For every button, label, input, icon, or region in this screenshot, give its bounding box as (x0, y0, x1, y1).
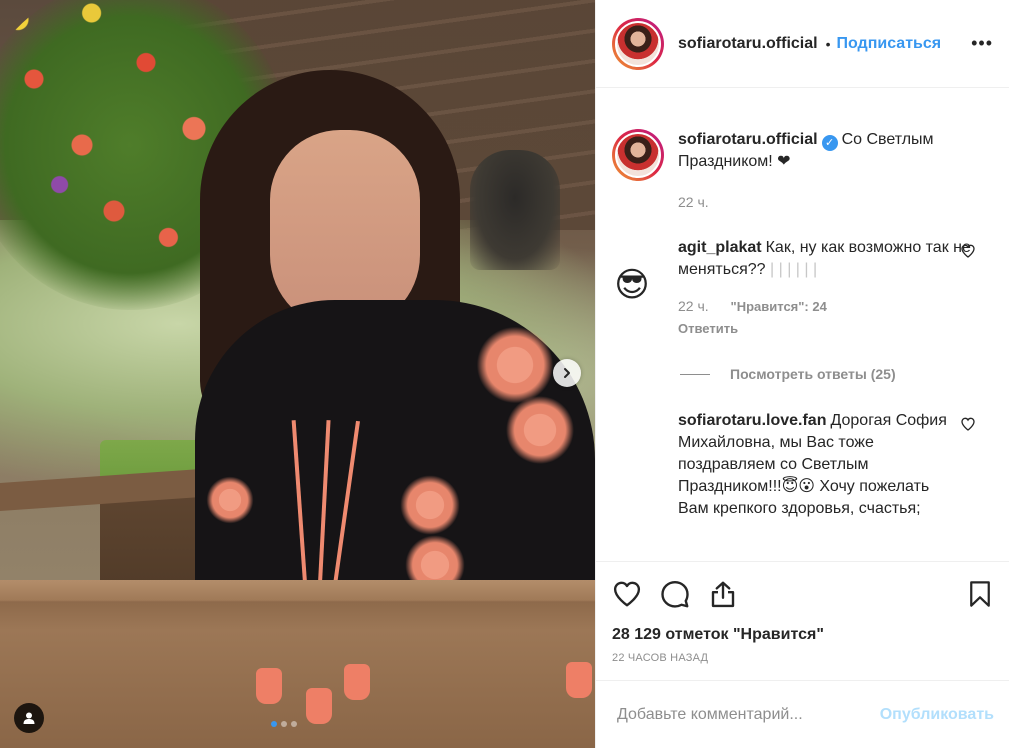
comment-item: 😎 agit_plakat Как, ну как возможно так не… (612, 237, 994, 340)
chevron-right-icon (564, 368, 570, 378)
photo-wooden-rail (0, 580, 595, 748)
caption: sofiarotaru.official ✓ Со Светлым Праздник… (612, 129, 994, 213)
caption-username[interactable]: sofiarotaru.official (678, 131, 818, 148)
share-icon[interactable] (708, 579, 738, 609)
add-comment-bar: Опубликовать (596, 680, 1009, 748)
avatar-image (615, 20, 661, 67)
post-actions: 28 129 отметок "Нравится" 22 ЧАСОВ НАЗАД (596, 561, 1009, 664)
carousel-next-button[interactable] (553, 359, 581, 387)
comment-body: sofiarotaru.love.fan Дорогая София Михайл… (678, 410, 958, 520)
author-avatar[interactable] (612, 17, 664, 70)
action-icons (612, 576, 994, 612)
publish-button[interactable]: Опубликовать (880, 706, 994, 724)
post-header: sofiarotaru.official • Подписаться ••• (596, 0, 1009, 88)
caption-time[interactable]: 22 ч. (678, 194, 709, 210)
dress-embroidery (205, 470, 255, 530)
heart-outline-icon[interactable] (612, 579, 642, 609)
comment-likes-count[interactable]: "Нравится": 24 (731, 299, 827, 314)
more-options-icon[interactable]: ••• (971, 33, 993, 54)
caption-meta: 22 ч. (678, 191, 978, 213)
carousel-dot (291, 721, 297, 727)
photo-lamp (470, 150, 560, 270)
comment-faded-text: | | | | | | (769, 261, 818, 278)
author-username[interactable]: sofiarotaru.official (678, 35, 818, 53)
header-separator: • (825, 35, 831, 52)
replies-line (680, 373, 710, 375)
dress-embroidery (500, 390, 580, 470)
dress-tassel (256, 668, 282, 704)
view-replies-button[interactable]: Посмотреть ответы (25) (680, 366, 994, 382)
comment-username[interactable]: sofiarotaru.love.fan (678, 412, 826, 429)
avatar-image (615, 132, 661, 178)
dress-tassel (566, 662, 592, 698)
post-timestamp[interactable]: 22 ЧАСОВ НАЗАД (612, 652, 994, 664)
comment-meta: 22 ч. "Нравится": 24 (678, 295, 978, 318)
view-replies-label: Посмотреть ответы (25) (730, 366, 896, 382)
bookmark-icon[interactable] (966, 579, 994, 609)
comment-avatar-spacer (612, 410, 652, 520)
caption-avatar[interactable] (612, 129, 664, 181)
comment-like-heart-icon[interactable] (960, 243, 976, 259)
comment-time[interactable]: 22 ч. (678, 298, 709, 314)
user-tag-button[interactable] (14, 703, 44, 733)
verified-badge-icon: ✓ (821, 135, 838, 151)
follow-button[interactable]: Подписаться (836, 35, 941, 53)
comment-bubble-icon[interactable] (660, 579, 690, 609)
carousel-dot-active (271, 721, 277, 727)
carousel-indicator (271, 721, 297, 727)
sunglasses-face-icon[interactable]: 😎 (612, 265, 652, 305)
dress-tassel (306, 688, 332, 724)
dress-tassel (344, 664, 370, 700)
comments-list[interactable]: sofiarotaru.official ✓ Со Светлым Праздник… (596, 89, 1009, 560)
caption-body: sofiarotaru.official ✓ Со Светлым Праздник… (678, 129, 978, 213)
comment-body: agit_plakat Как, ну как возможно так не м… (678, 237, 978, 340)
carousel-dot (281, 721, 287, 727)
user-tag-icon (23, 712, 35, 724)
reply-button[interactable]: Ответить (678, 318, 978, 340)
comment-item: sofiarotaru.love.fan Дорогая София Михайл… (612, 410, 994, 520)
comment-input[interactable] (617, 705, 880, 724)
post-side-panel: sofiarotaru.official • Подписаться ••• s… (595, 0, 1009, 748)
likes-count[interactable]: 28 129 отметок "Нравится" (612, 626, 994, 644)
comment-username[interactable]: agit_plakat (678, 239, 762, 256)
comment-like-heart-icon[interactable] (960, 416, 976, 432)
post-photo[interactable] (0, 0, 595, 748)
